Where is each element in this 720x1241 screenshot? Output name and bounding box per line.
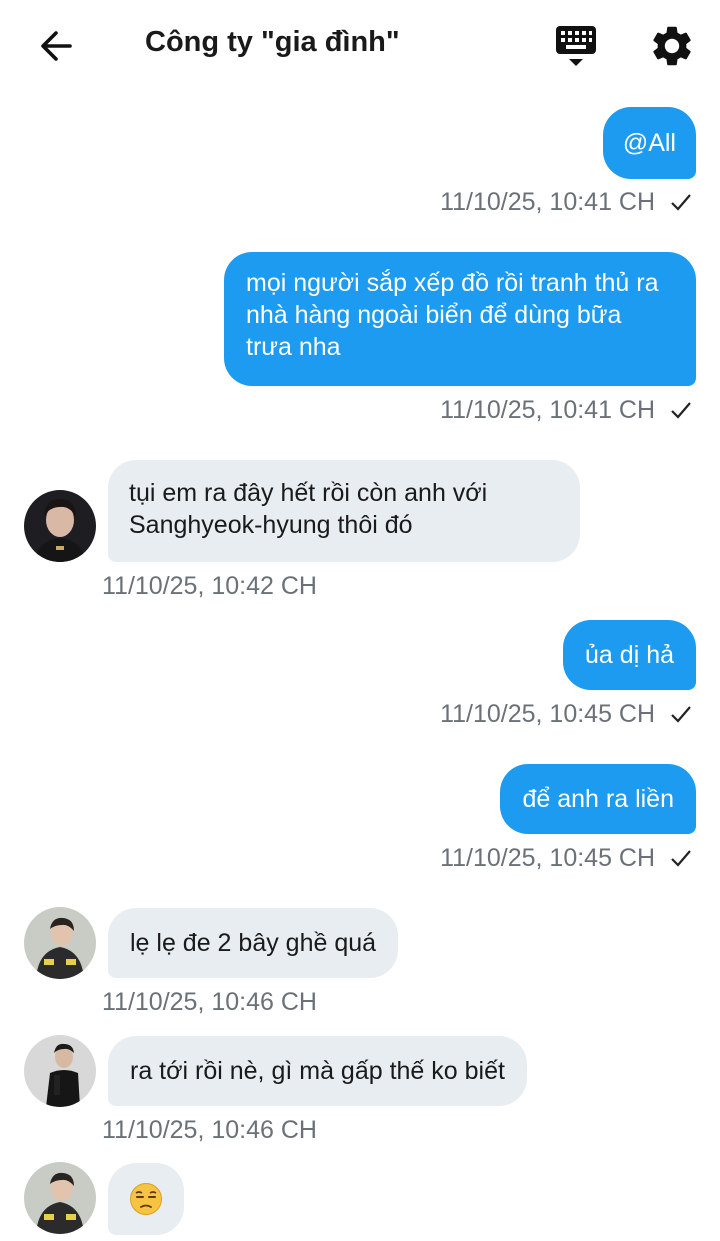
message-text: ra tới rồi nè, gì mà gấp thế ko biết [130, 1057, 505, 1085]
gear-icon [653, 26, 691, 66]
keyboard-icon [556, 26, 596, 66]
message-timestamp: 11/10/25, 10:46 CH [102, 988, 317, 1016]
message-text: mọi người sắp xếp đồ rồi tranh thủ ra nh… [246, 269, 659, 361]
avatar[interactable] [24, 490, 96, 562]
message-text: @All [622, 129, 676, 157]
unamused-face-icon [130, 1183, 162, 1215]
avatar[interactable] [24, 907, 96, 979]
checkmark-icon [671, 194, 691, 211]
checkmark-icon [671, 402, 691, 419]
incoming-message[interactable]: lẹ lẹ đe 2 bây ghề quá [108, 908, 399, 978]
checkmark-icon [671, 706, 691, 723]
avatar[interactable] [24, 1162, 96, 1234]
message-text: để anh ra liền [522, 785, 674, 813]
message-timestamp: 11/10/25, 10:45 CH [440, 700, 692, 729]
outgoing-message[interactable]: ủa dị hả [563, 620, 696, 690]
chat-header: Công ty "gia đình" [0, 0, 720, 92]
keyboard-button[interactable] [553, 24, 599, 70]
chat-title: Công ty "gia đình" [145, 26, 400, 58]
avatar[interactable] [24, 1035, 96, 1107]
incoming-message[interactable]: 😒 [108, 1163, 184, 1235]
message-text: tụi em ra đây hết rồi còn anh với Sanghy… [129, 479, 488, 539]
message-timestamp: 11/10/25, 10:42 CH [102, 572, 317, 600]
user-avatar-icon [24, 1162, 96, 1234]
incoming-message[interactable]: tụi em ra đây hết rồi còn anh với Sanghy… [108, 460, 580, 562]
message-timestamp: 11/10/25, 10:41 CH [440, 188, 692, 217]
outgoing-message[interactable]: mọi người sắp xếp đồ rồi tranh thủ ra nh… [224, 252, 696, 386]
message-timestamp: 11/10/25, 10:46 CH [102, 1116, 317, 1144]
checkmark-icon [671, 850, 691, 867]
user-avatar-icon [24, 1035, 96, 1107]
user-avatar-icon [24, 490, 96, 562]
message-text: ủa dị hả [585, 641, 674, 669]
message-text: lẹ lẹ đe 2 bây ghề quá [130, 929, 377, 957]
arrow-left-icon [41, 31, 72, 61]
user-avatar-icon [24, 907, 96, 979]
outgoing-message[interactable]: để anh ra liền [500, 764, 696, 834]
outgoing-message[interactable]: @All [602, 107, 696, 179]
message-timestamp: 11/10/25, 10:45 CH [440, 844, 692, 873]
message-timestamp: 11/10/25, 10:41 CH [440, 396, 692, 425]
settings-button[interactable] [648, 22, 696, 70]
incoming-message[interactable]: ra tới rồi nè, gì mà gấp thế ko biết [108, 1036, 527, 1106]
back-button[interactable] [34, 26, 78, 66]
